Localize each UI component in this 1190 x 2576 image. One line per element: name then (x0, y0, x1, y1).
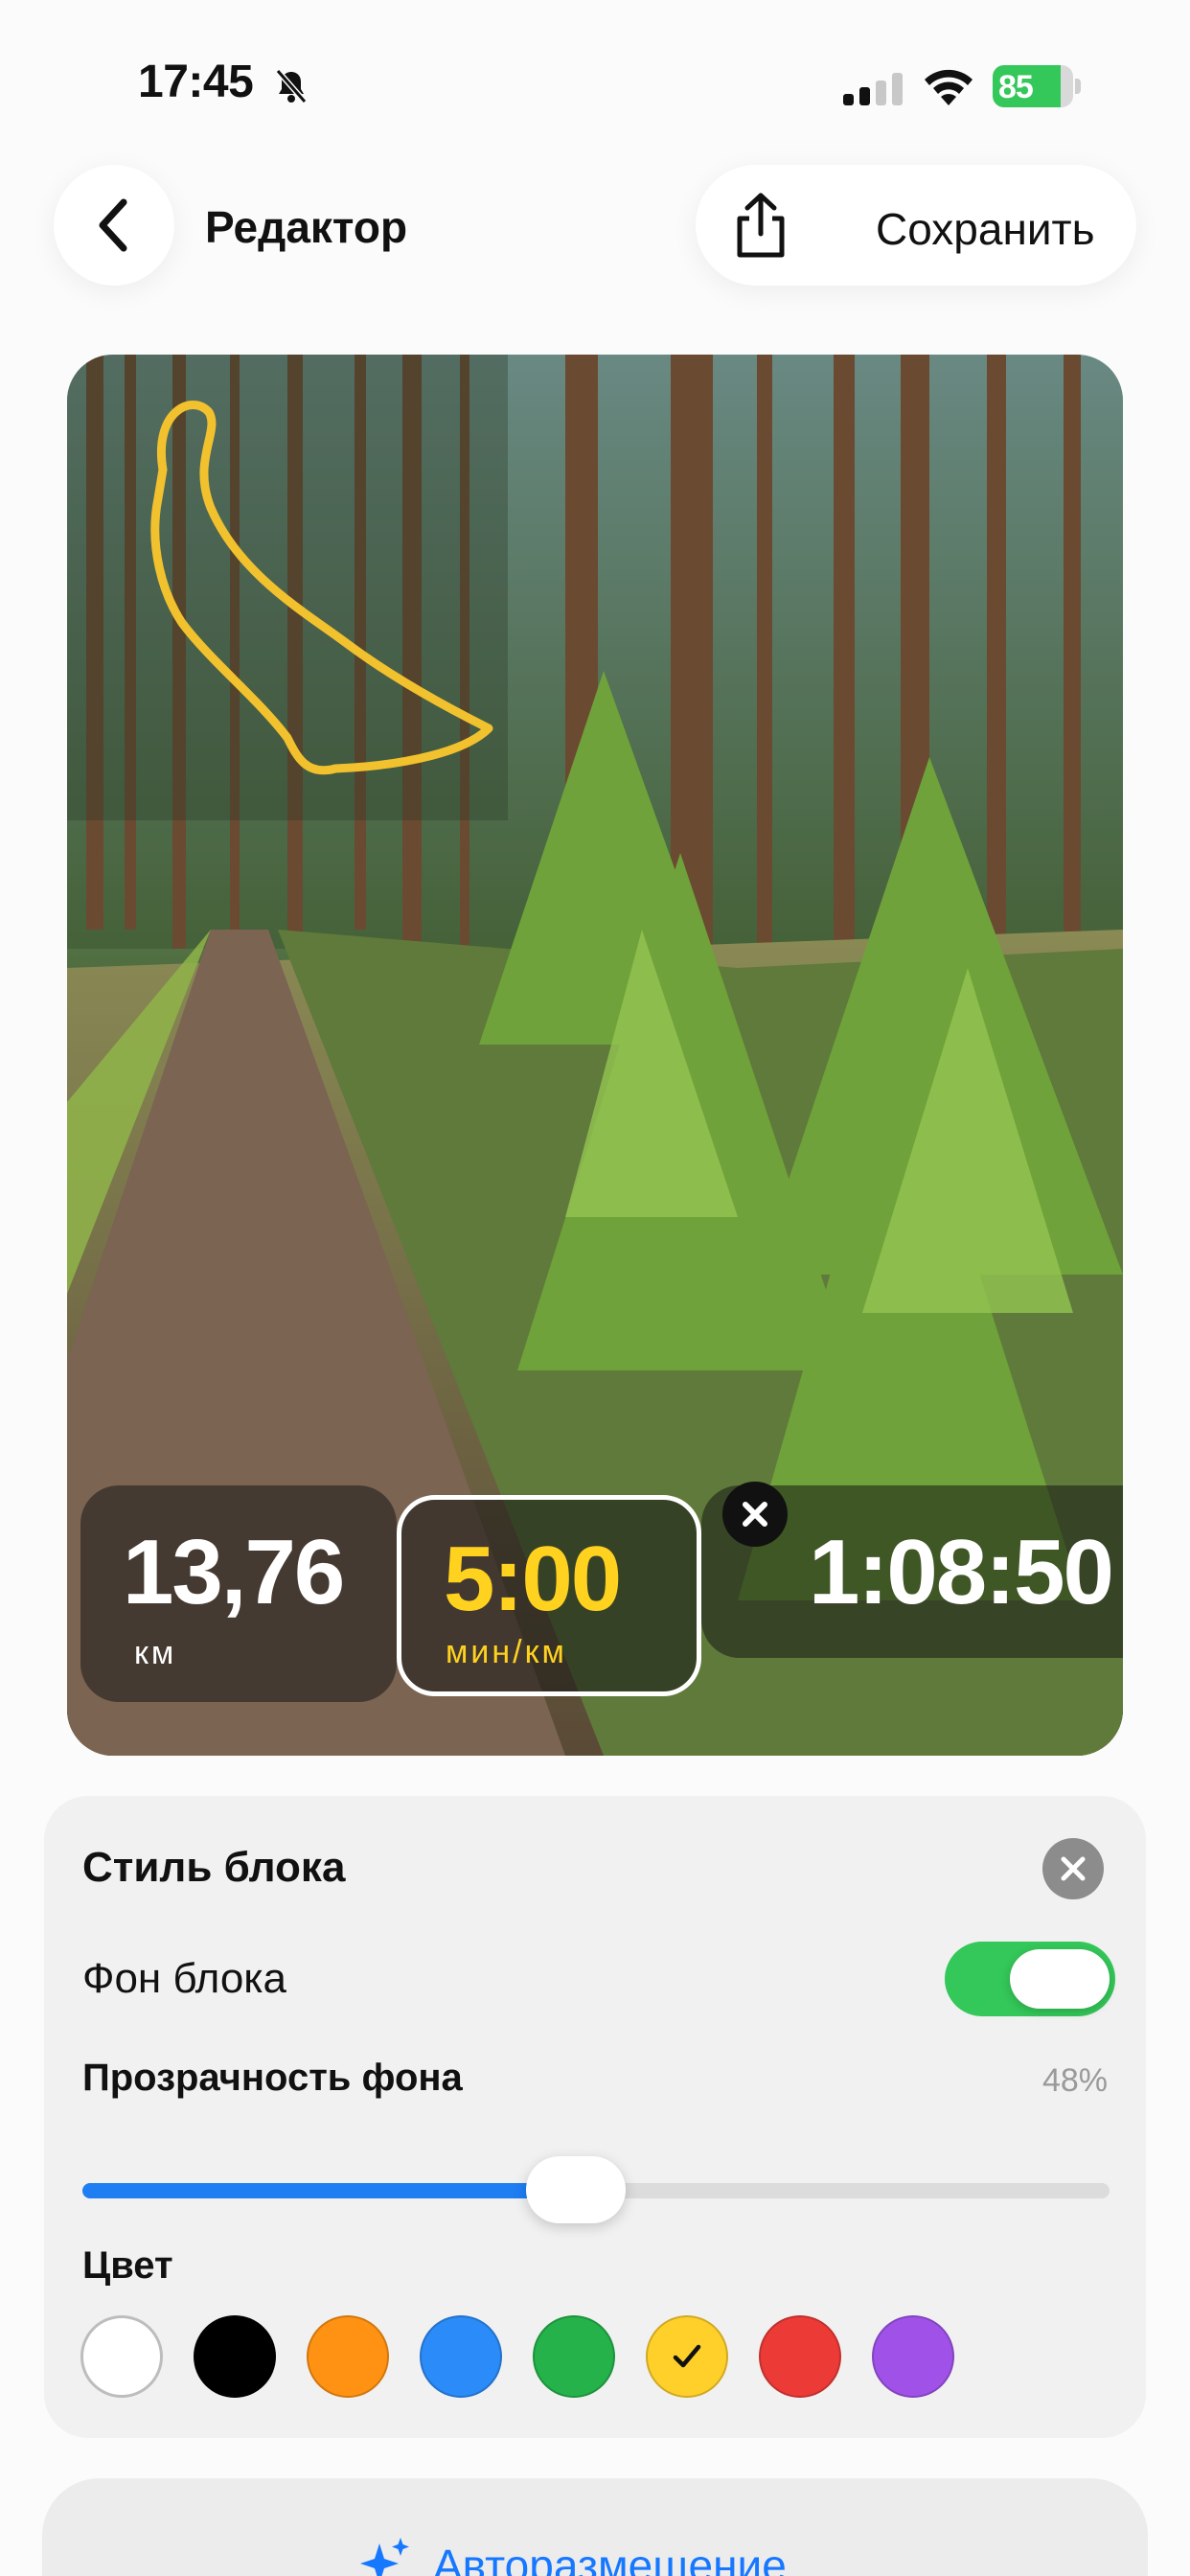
color-swatch-red[interactable] (759, 2315, 841, 2398)
stat-distance[interactable]: 13,76 км (80, 1485, 397, 1702)
color-swatch-yellow[interactable] (646, 2315, 728, 2398)
slider-fill (82, 2183, 576, 2198)
battery-level: 85 (998, 69, 1034, 105)
slider-thumb[interactable] (525, 2156, 626, 2223)
panel-close-button[interactable] (1042, 1838, 1104, 1899)
back-button[interactable] (54, 165, 174, 286)
page-title: Редактор (205, 202, 408, 252)
bell-slash-icon (275, 69, 308, 104)
background-label: Фон блока (82, 1955, 286, 2002)
header-actions: Сохранить (696, 165, 1136, 286)
opacity-label: Прозрачность фона (82, 2057, 463, 2099)
stat-distance-unit: км (134, 1635, 177, 1671)
stat-pace-value: 5:00 (444, 1528, 622, 1630)
wifi-icon (925, 69, 973, 105)
cellular-signal-icon (843, 73, 903, 105)
sparkles-icon (360, 2538, 409, 2576)
stat-pace[interactable]: 5:00 мин/км (397, 1495, 701, 1696)
share-icon[interactable] (730, 192, 791, 259)
chevron-left-icon (99, 198, 127, 252)
auto-layout-button[interactable]: Авторазмещение (42, 2478, 1148, 2576)
color-label: Цвет (82, 2244, 173, 2287)
close-icon (1061, 1856, 1086, 1881)
color-swatch-white[interactable] (80, 2315, 163, 2398)
checkmark-icon (673, 2344, 701, 2368)
color-swatch-black[interactable] (194, 2315, 276, 2398)
stat-distance-value: 13,76 (123, 1521, 345, 1623)
auto-layout-label: Авторазмещение (433, 2541, 787, 2576)
background-toggle[interactable] (945, 1942, 1115, 2016)
battery-icon: 85 (993, 65, 1081, 107)
block-style-panel: Стиль блока Фон блока Прозрачность фона … (44, 1796, 1146, 2438)
color-swatch-purple[interactable] (872, 2315, 954, 2398)
opacity-value: 48% (1041, 2062, 1108, 2099)
stat-duration-value: 1:08:50 (809, 1521, 1114, 1623)
opacity-slider[interactable] (82, 2154, 1110, 2227)
photo-preview[interactable]: 13,76 км 5:00 мин/км 1:08:50 (67, 355, 1123, 1756)
color-swatch-blue[interactable] (420, 2315, 502, 2398)
save-button[interactable]: Сохранить (876, 203, 1095, 255)
panel-title: Стиль блока (82, 1844, 346, 1891)
remove-block-button[interactable] (722, 1482, 788, 1547)
toggle-knob (1010, 1949, 1110, 2009)
color-swatch-green[interactable] (533, 2315, 615, 2398)
color-swatch-orange[interactable] (307, 2315, 389, 2398)
close-icon (743, 1502, 767, 1527)
stat-pace-unit: мин/км (446, 1634, 567, 1670)
status-time: 17:45 (138, 57, 254, 107)
